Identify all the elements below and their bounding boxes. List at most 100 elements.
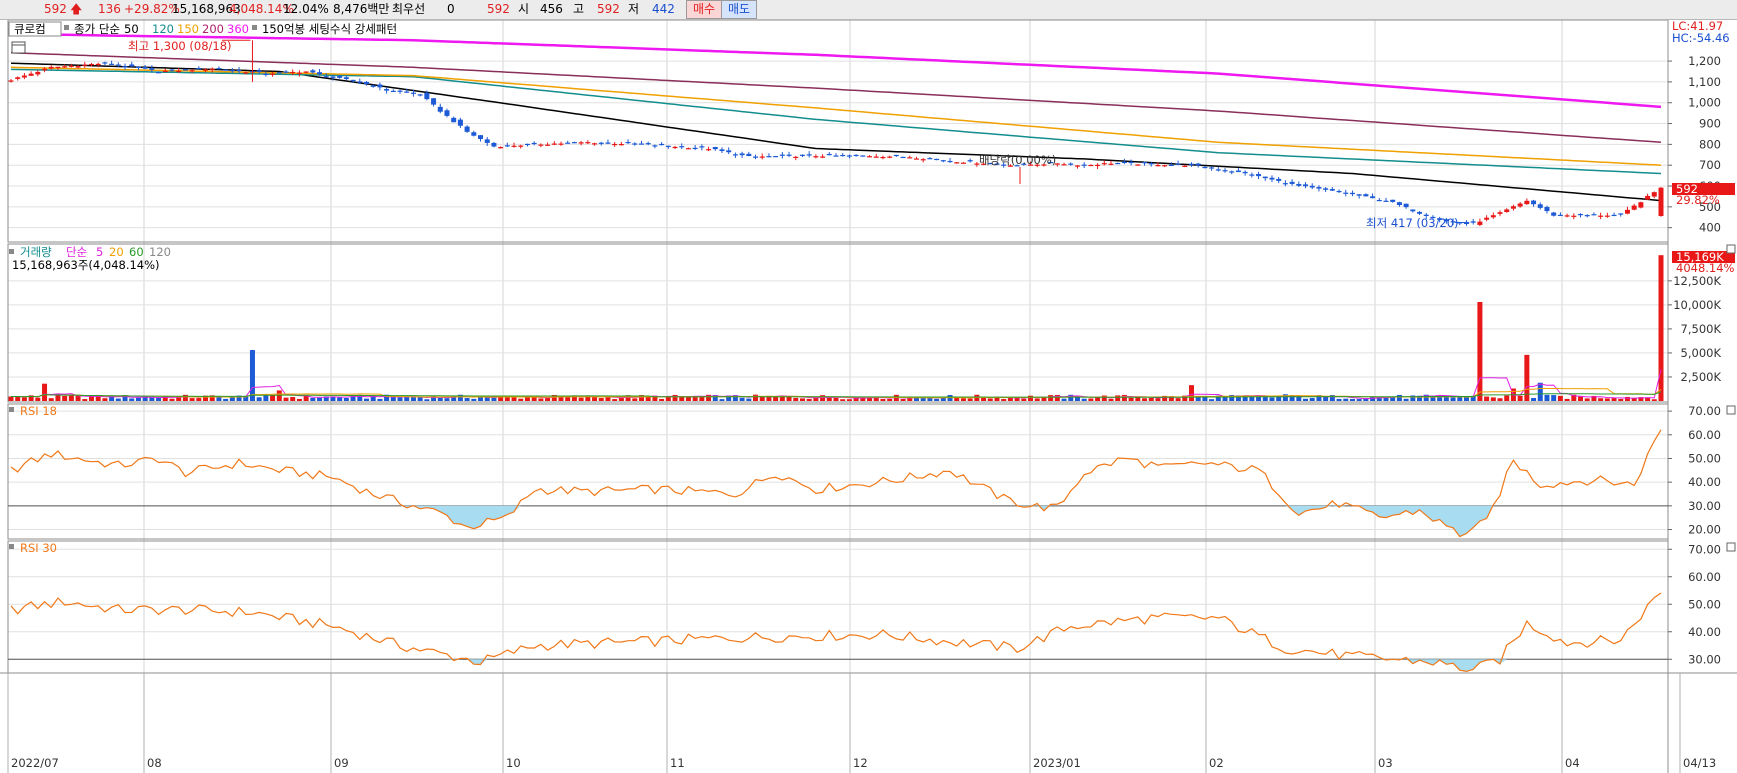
volume-bar (1403, 398, 1409, 401)
volume-bar (960, 398, 966, 401)
candle-body (1349, 192, 1355, 195)
candle-body (1383, 200, 1389, 202)
candle-body (1262, 176, 1268, 179)
candle-body (813, 156, 819, 158)
candle-body (1363, 194, 1369, 197)
open-label: 시 (518, 2, 530, 16)
volume-bar (478, 396, 484, 401)
volume-bar (746, 398, 752, 401)
candle-body (1470, 221, 1476, 223)
rsi30-panel-close-icon[interactable] (1726, 542, 1736, 552)
candle-body (853, 154, 859, 157)
candle-body (511, 145, 517, 147)
candle-body (384, 88, 390, 91)
volume-bar (249, 350, 255, 401)
candle-body (1631, 205, 1637, 210)
y-tick-label: 1,100 (1688, 75, 1721, 89)
candle-body (303, 71, 309, 73)
candle-body (88, 63, 94, 66)
x-tick-label: 09 (334, 756, 349, 770)
high-value: 592 (597, 2, 620, 16)
high-label: 고 (573, 2, 585, 16)
volume-bar (1188, 385, 1194, 401)
candle-body (1658, 187, 1664, 217)
candle-body (203, 69, 209, 71)
candle-body (296, 72, 302, 74)
candle-body (1591, 214, 1597, 216)
volume-bar (1531, 398, 1537, 401)
candle-body (1289, 181, 1295, 184)
volume-panel-close-icon[interactable] (1726, 244, 1736, 254)
pattern-label: 150억봉 세팅수식 강세패턴 (262, 22, 397, 36)
candle-body (880, 156, 886, 159)
candle-body (860, 155, 866, 157)
candle-body (377, 84, 383, 88)
dividend-annotation: 배당락(0.00%) (979, 153, 1056, 167)
volume-bar (1624, 396, 1630, 401)
volume-bar (1557, 395, 1563, 401)
y-tick-label: 40.00 (1688, 475, 1721, 489)
volume-bar (900, 398, 906, 401)
volume-bar (15, 396, 21, 401)
candle-body (799, 154, 805, 156)
candle-body (846, 155, 852, 157)
volume-bar (1544, 394, 1550, 401)
x-tick-label: 04/13 (1683, 756, 1716, 770)
buy-button[interactable]: 매수 (686, 0, 723, 19)
ma-label: 종가 단순 (74, 22, 120, 36)
pattern-bullet-icon (252, 25, 257, 30)
candle-body (524, 143, 530, 146)
volume-bar (62, 395, 68, 401)
x-tick-label: 03 (1378, 756, 1393, 770)
candle-body (820, 156, 826, 158)
y-tick-label: 60.00 (1688, 428, 1721, 442)
volume-bar (719, 399, 725, 401)
volume-bar (1148, 397, 1154, 401)
volume-bar (987, 398, 993, 401)
candle-body (873, 156, 879, 158)
candle-body (1544, 206, 1550, 212)
volume-bar (1517, 395, 1523, 401)
sell-button[interactable]: 매도 (721, 0, 758, 19)
volume-bar (189, 398, 195, 401)
candle-body (887, 156, 893, 158)
volume-ma-5: 5 (96, 245, 103, 259)
candle-body (618, 144, 624, 146)
volume-bar (1484, 396, 1490, 401)
candle-body (1296, 183, 1302, 186)
quote-bar: 592 🡅 136 +29.82% 15,168,963 4,048.14% 1… (0, 0, 1737, 20)
candle-body (920, 159, 926, 161)
volume-bar (1303, 398, 1309, 401)
candle-body (706, 149, 712, 151)
stock-name: 큐로컴 (14, 22, 46, 36)
volume-bar (1021, 398, 1027, 401)
candle-body (585, 142, 591, 144)
candle-body (1175, 163, 1181, 165)
candle-body (692, 147, 698, 150)
calendar-icon[interactable] (11, 41, 26, 54)
candle-body (48, 66, 54, 69)
candle-body (363, 81, 369, 84)
volume-bar (1128, 397, 1134, 401)
volume-bar (967, 398, 973, 401)
ma-period-120: 120 (152, 22, 174, 36)
y-tick-label: 30.00 (1688, 652, 1721, 666)
y-tick-label: 7,500K (1681, 322, 1722, 336)
rsi18-panel-close-icon[interactable] (1726, 405, 1736, 415)
candle-body (699, 146, 705, 148)
y-tick-label: 12,500K (1673, 274, 1721, 288)
volume-bar (417, 397, 423, 401)
candle-body (115, 64, 121, 66)
candle-body (1276, 178, 1282, 181)
candle-body (75, 66, 81, 68)
candle-body (518, 145, 524, 147)
candle-body (867, 156, 873, 158)
candle-body (893, 154, 899, 157)
candle-body (444, 110, 450, 116)
candle-body (8, 80, 14, 82)
volume-bar (833, 397, 839, 401)
candle-body (390, 90, 396, 93)
candle-body (176, 70, 182, 73)
rsi30-title: RSI 30 (20, 541, 57, 555)
volume-bar (129, 398, 135, 401)
